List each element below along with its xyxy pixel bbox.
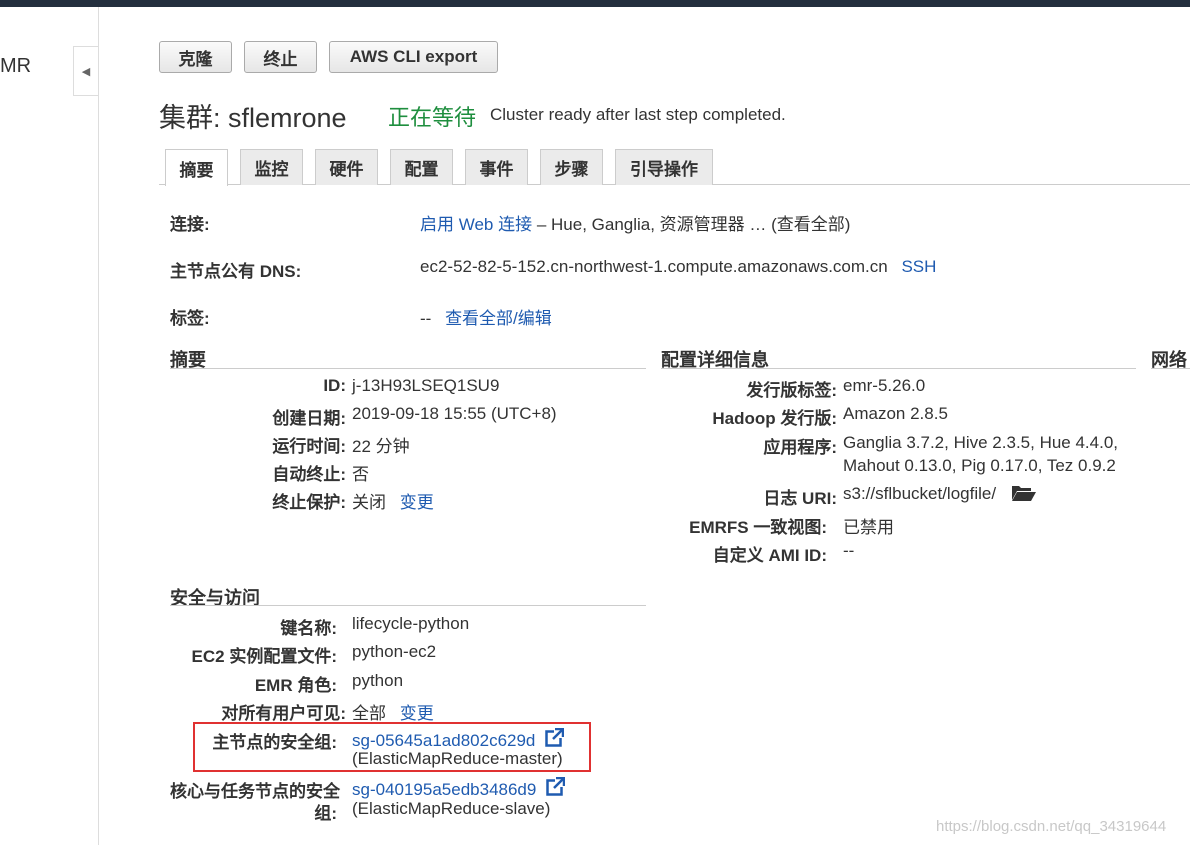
ssh-link[interactable]: SSH [901, 257, 936, 276]
enable-web-connection-link[interactable]: 启用 Web 连接 [420, 215, 532, 234]
change-termination-protection-link[interactable]: 变更 [400, 493, 434, 512]
elapsed-time-value: 22 分钟 [352, 437, 410, 456]
master-dns-label: 主节点公有 DNS: [170, 262, 302, 281]
visible-to-all-users-text: 全部 [352, 704, 386, 723]
ec2-instance-profile-value: python-ec2 [352, 642, 437, 661]
master-dns-text: ec2-52-82-5-152.cn-northwest-1.compute.a… [420, 257, 888, 276]
connections-value: 启用 Web 连接 – Hue, Ganglia, 资源管理器 … (查看全部) [420, 210, 850, 235]
status-message: Cluster ready after last step completed. [490, 105, 786, 124]
applications-label: 应用程序: [763, 438, 837, 457]
tab-bootstrap-actions[interactable]: 引导操作 [615, 149, 713, 185]
custom-ami-id-label: 自定义 AMI ID: [712, 546, 827, 565]
tab-steps[interactable]: 步骤 [540, 149, 603, 185]
view-all-edit-tags-link[interactable]: 查看全部/编辑 [445, 309, 552, 328]
config-divider [661, 368, 1136, 369]
terminate-button[interactable]: 终止 [244, 41, 317, 73]
page-title: 集群: sflemrone [159, 103, 347, 133]
summary-divider [170, 368, 646, 369]
cluster-id-value: j-13H93LSEQ1SU9 [352, 376, 500, 395]
tab-events[interactable]: 事件 [465, 149, 528, 185]
hadoop-distribution-value: Amazon 2.8.5 [843, 404, 948, 423]
emr-role-label: EMR 角色: [254, 676, 337, 695]
change-visibility-link[interactable]: 变更 [400, 704, 434, 723]
termination-protection-value: 关闭 变更 [352, 488, 434, 513]
visible-to-all-users-label: 对所有用户可见: [221, 704, 346, 723]
applications-value-line2: Mahout 0.13.0, Pig 0.17.0, Tez 0.9.2 [843, 456, 1116, 475]
key-name-label: 键名称: [280, 619, 337, 638]
core-task-security-group-name: (ElasticMapReduce-slave) [352, 799, 551, 818]
termination-protection-text: 关闭 [352, 493, 386, 512]
security-divider [170, 605, 646, 606]
network-divider [1151, 368, 1190, 369]
sidebar-title[interactable]: MR [0, 55, 31, 78]
release-label: 发行版标签: [746, 381, 837, 400]
elapsed-time-label: 运行时间: [272, 437, 346, 456]
tags-text: -- [420, 309, 432, 328]
creation-date-label: 创建日期: [272, 409, 346, 428]
tab-monitoring[interactable]: 监控 [240, 149, 303, 185]
log-uri-label: 日志 URI: [763, 489, 837, 508]
connections-apps: – Hue, Ganglia, 资源管理器 … (查看全部) [536, 215, 851, 234]
sidebar-divider [98, 7, 99, 845]
tab-configuration[interactable]: 配置 [390, 149, 453, 185]
sidebar-collapse-button[interactable]: ◀ [73, 46, 98, 96]
connections-label: 连接: [170, 215, 210, 234]
custom-ami-id-value: -- [843, 541, 855, 560]
release-value: emr-5.26.0 [843, 376, 926, 395]
log-uri-value: s3://sflbucket/logfile/ [843, 484, 1037, 507]
core-task-security-group-label-line2: 组: [314, 804, 337, 823]
log-uri-text: s3://sflbucket/logfile/ [843, 484, 997, 503]
cluster-id-label: ID: [323, 376, 346, 395]
emr-role-value: python [352, 671, 404, 690]
clone-button[interactable]: 克隆 [159, 41, 232, 73]
applications-value-line1: Ganglia 3.7.2, Hive 2.3.5, Hue 4.4.0, [843, 433, 1119, 452]
ec2-instance-profile-label: EC2 实例配置文件: [191, 647, 337, 666]
creation-date-value: 2019-09-18 15:55 (UTC+8) [352, 404, 557, 423]
external-link-icon[interactable] [546, 776, 566, 796]
core-task-security-group-value: sg-040195a5edb3486d9 [352, 776, 566, 800]
auto-terminate-value: 否 [352, 465, 369, 484]
security-access-section-title: 安全与访问 [170, 588, 260, 608]
top-bar [0, 0, 1190, 7]
tags-value: -- 查看全部/编辑 [420, 304, 552, 329]
emrfs-consistent-view-label: EMRFS 一致视图: [689, 518, 827, 537]
auto-terminate-label: 自动终止: [272, 465, 346, 484]
highlight-box [193, 722, 591, 772]
key-name-value: lifecycle-python [352, 614, 470, 633]
tab-hardware[interactable]: 硬件 [315, 149, 378, 185]
aws-cli-export-button[interactable]: AWS CLI export [329, 41, 498, 73]
status-badge: 正在等待 [388, 105, 477, 130]
master-dns-value: ec2-52-82-5-152.cn-northwest-1.compute.a… [420, 257, 936, 277]
visible-to-all-users-value: 全部 变更 [352, 699, 434, 724]
tab-summary[interactable]: 摘要 [165, 149, 228, 186]
folder-open-icon[interactable] [1011, 484, 1037, 507]
emrfs-consistent-view-value: 已禁用 [843, 518, 894, 537]
termination-protection-label: 终止保护: [272, 493, 346, 512]
watermark: https://blog.csdn.net/qq_34319644 [936, 818, 1167, 835]
core-task-security-group-link[interactable]: sg-040195a5edb3486d9 [352, 780, 536, 799]
hadoop-distribution-label: Hadoop 发行版: [712, 409, 837, 428]
chevron-left-icon: ◀ [81, 65, 91, 78]
tags-label: 标签: [170, 309, 210, 328]
